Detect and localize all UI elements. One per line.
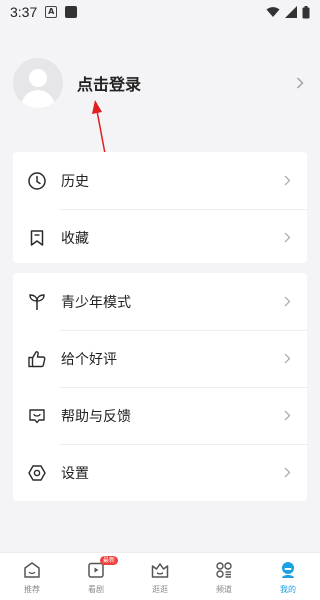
avatar-head-shape bbox=[29, 69, 47, 87]
nav-tab-watch[interactable]: 最新 看剧 bbox=[64, 556, 128, 595]
profile-icon bbox=[282, 562, 294, 578]
home-icon bbox=[24, 562, 40, 578]
avatar-body-shape bbox=[21, 90, 55, 108]
menu-item-favorites[interactable]: 收藏 bbox=[13, 209, 307, 266]
grid-icon bbox=[216, 562, 232, 578]
menu-item-label: 青少年模式 bbox=[61, 294, 131, 311]
menu-item-rate[interactable]: 给个好评 bbox=[13, 330, 307, 387]
settings-hex-icon bbox=[28, 464, 46, 481]
chevron-right-icon bbox=[284, 175, 291, 186]
nav-label: 逛逛 bbox=[152, 585, 168, 594]
bookmark-icon bbox=[30, 229, 44, 246]
chevron-right-icon bbox=[297, 77, 304, 89]
chevron-right-icon bbox=[284, 296, 291, 307]
menu-item-settings[interactable]: 设置 bbox=[13, 444, 307, 501]
nav-tab-mine[interactable]: 我的 bbox=[256, 559, 320, 595]
nav-tab-recommend[interactable]: 推荐 bbox=[0, 559, 64, 595]
menu-item-teen-mode[interactable]: 青少年模式 bbox=[13, 273, 307, 330]
clock-icon bbox=[28, 171, 46, 190]
menu-item-label: 设置 bbox=[61, 465, 89, 482]
status-time: 3:37 bbox=[10, 4, 38, 20]
thumbs-up-icon bbox=[28, 350, 46, 367]
chevron-right-icon bbox=[284, 467, 291, 478]
avatar[interactable] bbox=[13, 58, 63, 108]
chevron-right-icon bbox=[284, 353, 291, 364]
login-label[interactable]: 点击登录 bbox=[77, 71, 141, 95]
sprout-icon bbox=[29, 293, 45, 310]
nav-tab-channel[interactable]: 频道 bbox=[192, 559, 256, 595]
nav-label: 推荐 bbox=[24, 585, 40, 594]
chevron-right-icon bbox=[284, 232, 291, 243]
battery-icon bbox=[302, 5, 310, 18]
menu-item-help-feedback[interactable]: 帮助与反馈 bbox=[13, 387, 307, 444]
bottom-nav: 推荐 最新 看剧 逛逛 频道 我的 bbox=[0, 552, 320, 600]
menu-item-label: 给个好评 bbox=[61, 351, 117, 368]
menu-item-label: 历史 bbox=[61, 173, 89, 190]
menu-item-label: 收藏 bbox=[61, 230, 89, 247]
basket-icon bbox=[151, 563, 169, 578]
status-bar: 3:37 A bbox=[0, 0, 320, 24]
menu-item-label: 帮助与反馈 bbox=[61, 408, 131, 425]
signal-icon bbox=[285, 6, 297, 18]
wifi-icon bbox=[266, 7, 280, 17]
nav-label: 我的 bbox=[280, 585, 296, 594]
login-row[interactable]: 点击登录 bbox=[0, 48, 320, 118]
menu-card-settings: 青少年模式 给个好评 帮助与反馈 设置 bbox=[13, 273, 307, 501]
notification-square-icon bbox=[65, 6, 78, 18]
nav-tab-browse[interactable]: 逛逛 bbox=[128, 559, 192, 595]
feedback-icon bbox=[29, 408, 45, 423]
menu-card-history-favorites: 历史 收藏 bbox=[13, 152, 307, 263]
new-badge: 最新 bbox=[100, 556, 119, 565]
nav-label: 频道 bbox=[216, 585, 232, 594]
nav-label: 看剧 bbox=[88, 585, 104, 594]
chevron-right-icon bbox=[284, 410, 291, 421]
menu-item-history[interactable]: 历史 bbox=[13, 152, 307, 209]
notification-a-icon: A bbox=[45, 6, 58, 18]
